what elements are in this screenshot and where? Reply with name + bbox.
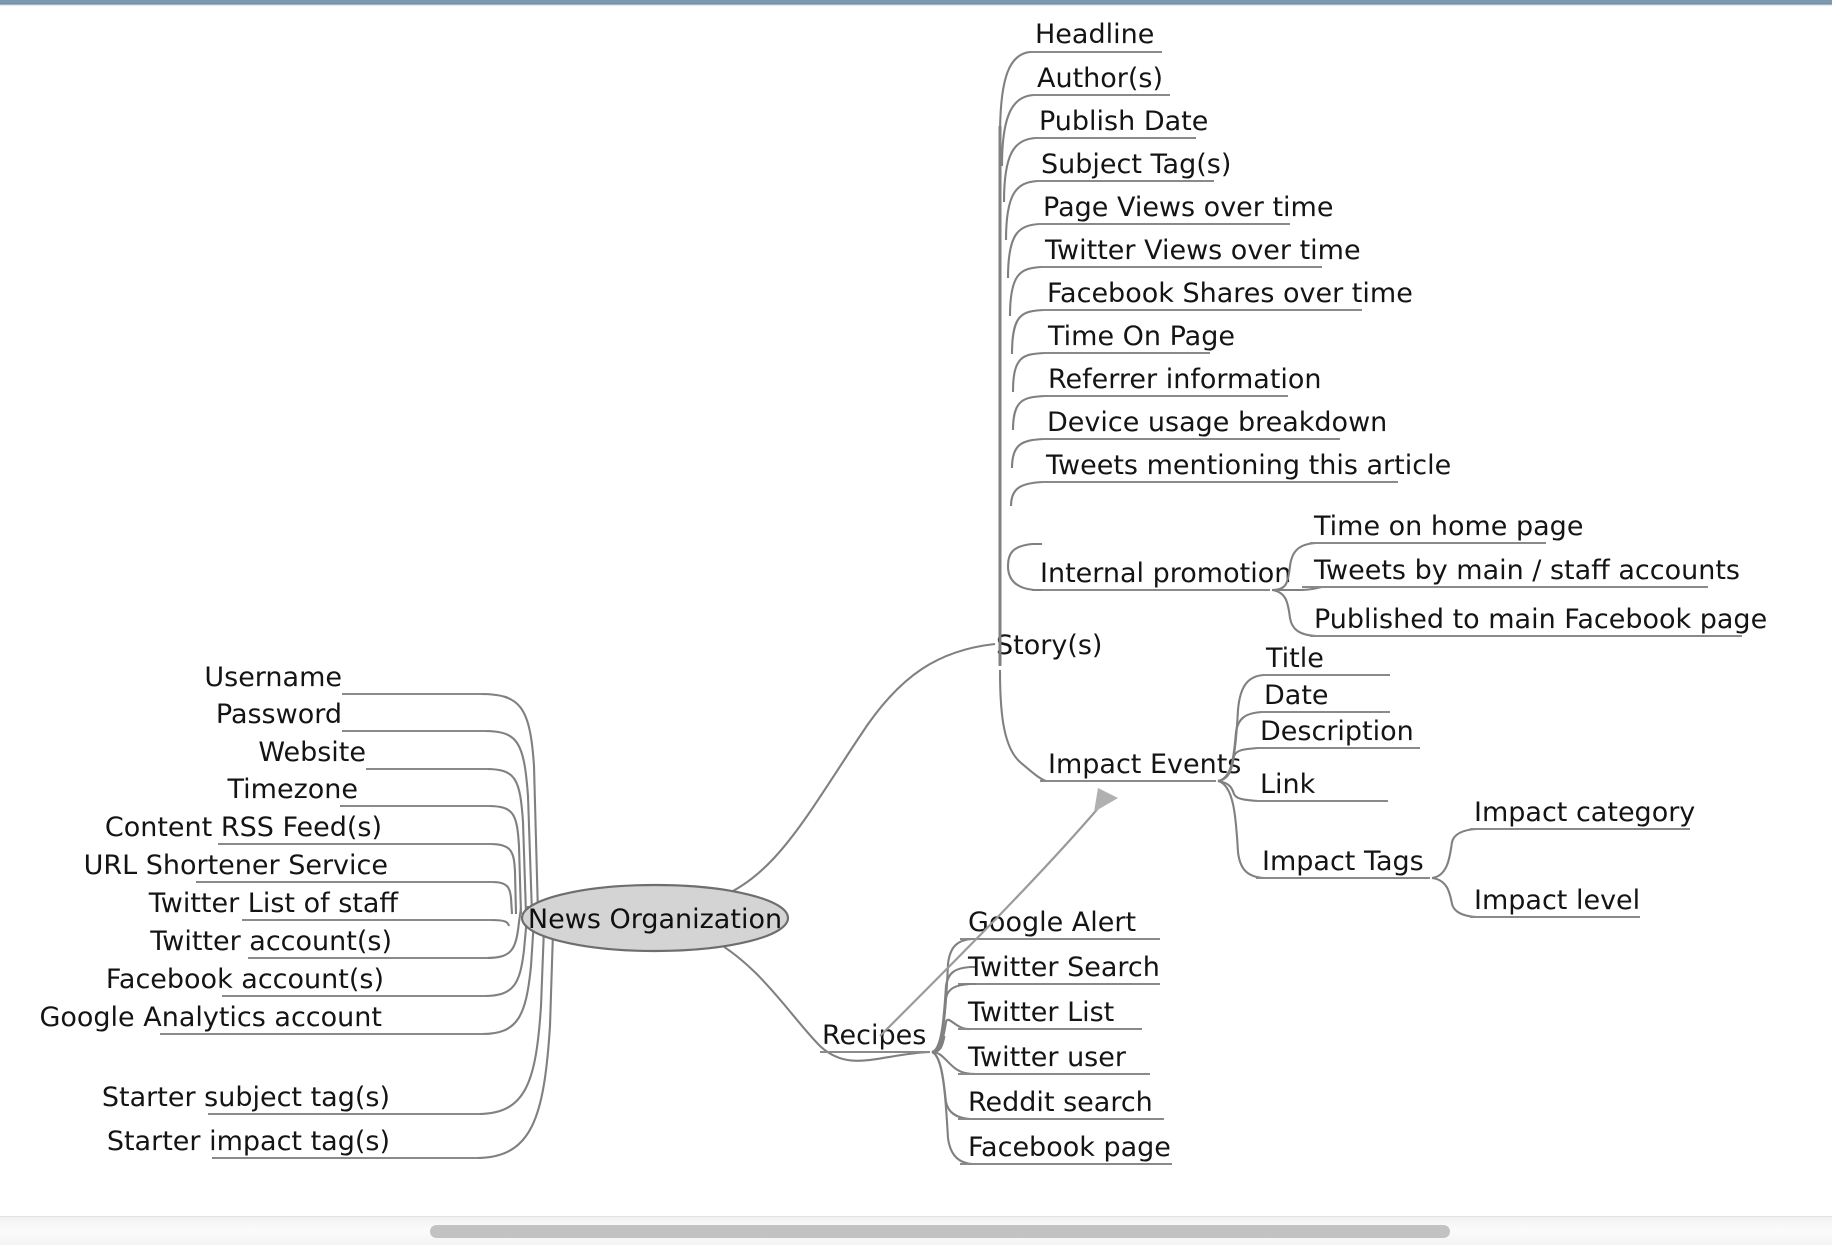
attribute-label-twitter-list-staff[interactable]: Twitter List of staff	[148, 888, 400, 919]
internal-promotion-label[interactable]: Internal promotion	[1040, 558, 1291, 589]
story-item-tweets-mentioning[interactable]: Tweets mentioning this article	[1045, 450, 1451, 481]
attribute-label-facebook-accounts[interactable]: Facebook account(s)	[106, 964, 384, 995]
story-item-time-on-page[interactable]: Time On Page	[1047, 321, 1235, 352]
titlebar-accent-line	[0, 0, 1832, 3]
story-item-page-views[interactable]: Page Views over time	[1043, 192, 1333, 223]
recipe-item-twitter-list[interactable]: Twitter List	[967, 997, 1114, 1028]
impact-events-node-group[interactable]: Impact Events Title Date Description Lin…	[998, 643, 1695, 919]
attribute-labels-group: Username Password Website Timezone Conte…	[39, 662, 399, 1157]
recipes-node-group[interactable]: Recipes Google Alert Twitter Search Twit…	[820, 907, 1172, 1166]
attribute-label-username[interactable]: Username	[204, 662, 342, 693]
attribute-label-website[interactable]: Website	[258, 737, 366, 768]
branch-line-to-stories	[699, 642, 996, 906]
recipes-label[interactable]: Recipes	[822, 1020, 926, 1051]
stories-node-group[interactable]: Story(s) Headline Author(s) Publish Date…	[996, 19, 1767, 667]
internal-promotion-item-tweets-main[interactable]: Tweets by main / staff accounts	[1313, 555, 1740, 586]
branch-line-to-impact-events	[998, 669, 1047, 782]
story-item-referrer-info[interactable]: Referrer information	[1048, 364, 1322, 395]
stories-node-label[interactable]: Story(s)	[996, 630, 1102, 661]
story-item-publish-date[interactable]: Publish Date	[1039, 106, 1208, 137]
internal-promotion-item-time-home[interactable]: Time on home page	[1313, 511, 1583, 542]
impact-event-item-date[interactable]: Date	[1264, 680, 1329, 711]
branch-line-internal-promotion-tail	[1006, 565, 1042, 592]
root-node-group[interactable]: News Organization	[520, 883, 790, 953]
recipe-item-reddit-search[interactable]: Reddit search	[968, 1087, 1153, 1118]
horizontal-scrollbar-track[interactable]	[0, 1216, 1832, 1245]
story-item-device-usage[interactable]: Device usage breakdown	[1047, 407, 1387, 438]
impact-event-item-link[interactable]: Link	[1260, 769, 1316, 800]
root-node-label: News Organization	[528, 904, 782, 935]
attribute-label-starter-impact-tags[interactable]: Starter impact tag(s)	[107, 1126, 390, 1157]
story-item-twitter-views[interactable]: Twitter Views over time	[1044, 235, 1361, 266]
attribute-label-starter-subject-tags[interactable]: Starter subject tag(s)	[102, 1082, 390, 1113]
mindmap-application: News Organization Story(s) Headline Auth…	[0, 0, 1832, 1245]
story-item-subject-tags[interactable]: Subject Tag(s)	[1041, 149, 1231, 180]
impact-tag-item-level[interactable]: Impact level	[1474, 885, 1640, 916]
branch-line-authors	[1000, 93, 1042, 167]
branch-line-link	[1217, 779, 1266, 803]
recipe-item-twitter-search[interactable]: Twitter Search	[967, 952, 1160, 983]
branch-line-impact-category	[1431, 827, 1482, 880]
story-item-authors[interactable]: Author(s)	[1037, 63, 1163, 94]
impact-event-item-description[interactable]: Description	[1260, 716, 1414, 747]
attribute-label-google-analytics[interactable]: Google Analytics account	[39, 1002, 382, 1033]
branch-line-tweets-mentioning	[1009, 480, 1051, 507]
impact-events-label[interactable]: Impact Events	[1048, 749, 1241, 780]
story-item-headline[interactable]: Headline	[1035, 19, 1154, 50]
main-trunks-group	[699, 642, 996, 1062]
story-item-facebook-shares[interactable]: Facebook Shares over time	[1047, 278, 1413, 309]
branch-line-twitter-views	[1008, 265, 1050, 317]
horizontal-scrollbar-thumb[interactable]	[430, 1225, 1450, 1238]
impact-tags-label[interactable]: Impact Tags	[1262, 846, 1424, 877]
attribute-label-timezone[interactable]: Timezone	[227, 774, 359, 805]
attribute-label-password[interactable]: Password	[216, 699, 342, 730]
attribute-label-content-rss[interactable]: Content RSS Feed(s)	[105, 812, 382, 843]
branch-line-publish-date	[1002, 136, 1044, 203]
attribute-label-twitter-accounts[interactable]: Twitter account(s)	[149, 926, 392, 957]
attribute-label-url-shortener[interactable]: URL Shortener Service	[84, 850, 388, 881]
impact-tag-item-category[interactable]: Impact category	[1474, 797, 1695, 828]
branch-line-time-on-page	[1011, 351, 1053, 393]
mindmap-canvas[interactable]: News Organization Story(s) Headline Auth…	[0, 6, 1832, 1216]
relationship-arrow-head	[1094, 788, 1118, 812]
branch-line-internal-promotion	[1006, 542, 1042, 567]
mindmap-svg: News Organization Story(s) Headline Auth…	[39, 19, 1767, 1166]
internal-promotion-item-published-fb[interactable]: Published to main Facebook page	[1314, 604, 1767, 635]
branch-line-facebook-shares	[1010, 308, 1052, 355]
impact-event-item-title[interactable]: Title	[1265, 643, 1324, 674]
recipe-item-twitter-user[interactable]: Twitter user	[967, 1042, 1127, 1073]
branch-line-subject-tags	[1004, 179, 1046, 241]
recipe-item-facebook-page[interactable]: Facebook page	[968, 1132, 1171, 1163]
